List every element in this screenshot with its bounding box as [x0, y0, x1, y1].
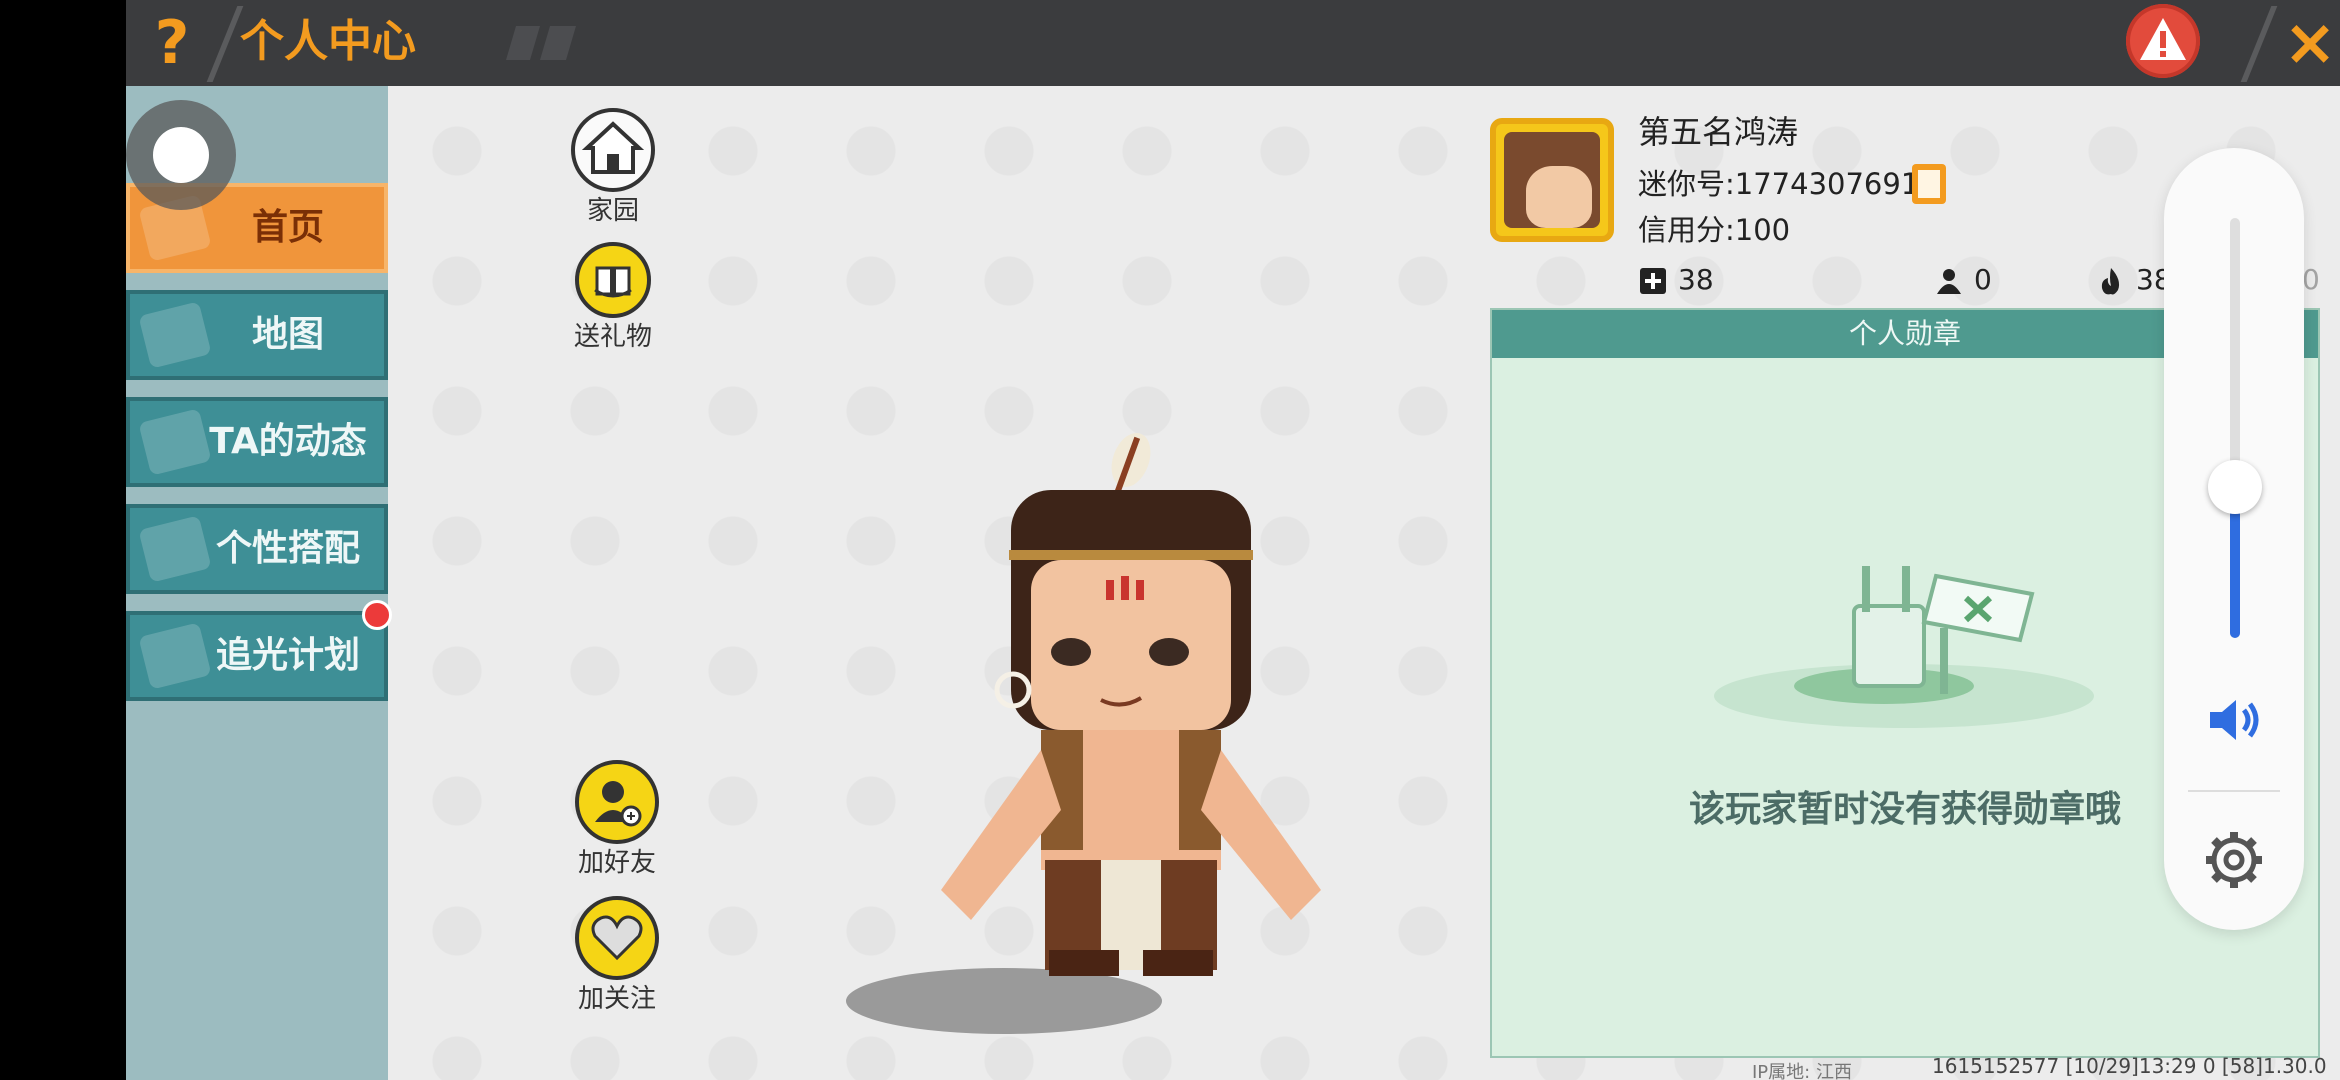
credit-score: 信用分:100 — [1638, 210, 1790, 250]
stat-likes-value: 0 — [2302, 263, 2320, 296]
flame-icon — [2101, 268, 2120, 295]
follow-label: 加关注 — [577, 984, 656, 1014]
stat-fans: 0 — [1934, 262, 1992, 298]
fan-icon — [1937, 269, 1961, 294]
help-button[interactable]: ? — [144, 10, 200, 76]
player-character-icon — [941, 432, 1321, 976]
heart-icon — [575, 896, 659, 980]
sidebar-item-label: 地图 — [251, 314, 324, 355]
send-gift-button[interactable]: 送礼物 — [548, 242, 678, 352]
copy-id-button[interactable] — [1912, 164, 1946, 204]
volume-panel — [2164, 148, 2304, 930]
title-decoration-icon — [506, 26, 576, 60]
page-title: 个人中心 — [240, 16, 416, 67]
gift-icon — [575, 242, 651, 318]
sidebar: 首页 地图 TA的动态 个性搭配 追光计划 — [126, 86, 388, 1080]
add-friend-button[interactable]: 加好友 — [552, 760, 682, 878]
add-post-icon — [1640, 268, 1666, 294]
app-window: ? 个人中心 × 首页 地图 TA的动态 个性搭配 追光计划 家园 送礼物 加好… — [126, 0, 2340, 1080]
credit-value: 100 — [1734, 213, 1791, 247]
add-friend-label: 加好友 — [577, 848, 656, 878]
floating-assistant-button[interactable] — [126, 100, 236, 210]
divider — [2240, 6, 2278, 82]
avatar-image — [1504, 132, 1600, 228]
mini-id: 迷你号:1774307691 — [1638, 164, 1919, 204]
sidebar-item-chase-light[interactable]: 追光计划 — [126, 611, 388, 701]
divider — [206, 6, 244, 82]
top-bar: ? 个人中心 × — [126, 0, 2340, 86]
player-name: 第五名鸿涛 — [1638, 113, 1799, 151]
speaker-icon[interactable] — [2204, 690, 2264, 750]
empty-mascot-icon — [1714, 566, 2094, 728]
send-gift-label: 送礼物 — [573, 322, 652, 352]
sidebar-item-label: TA的动态 — [209, 421, 367, 462]
divider — [2188, 790, 2280, 792]
assistant-dot-icon — [153, 127, 209, 183]
stat-posts: 38 — [1638, 262, 1714, 298]
sidebar-item-label: 首页 — [251, 207, 324, 248]
credit-label: 信用分: — [1638, 213, 1735, 247]
sidebar-item-outfit[interactable]: 个性搭配 — [126, 504, 388, 594]
sidebar-item-label: 追光计划 — [215, 635, 360, 676]
home-garden-button[interactable]: 家园 — [548, 108, 678, 226]
warning-icon — [2140, 18, 2186, 60]
mini-id-label: 迷你号: — [1638, 167, 1735, 201]
close-button[interactable]: × — [2280, 10, 2340, 76]
report-button[interactable] — [2126, 4, 2200, 78]
follow-button[interactable]: 加关注 — [552, 896, 682, 1014]
sidebar-item-label: 个性搭配 — [215, 528, 360, 569]
sidebar-item-map[interactable]: 地图 — [126, 290, 388, 380]
stat-fans-value: 0 — [1974, 263, 1992, 296]
home-garden-label: 家园 — [586, 196, 639, 226]
ip-location: IP属地: 江西 — [1752, 1062, 1852, 1080]
mini-id-value: 1774307691 — [1734, 167, 1920, 201]
avatar[interactable] — [1490, 118, 1614, 242]
volume-slider-handle[interactable] — [2208, 459, 2262, 514]
stat-posts-value: 38 — [1678, 263, 1714, 296]
build-info: 1615152577 [10/29]13:29 0 [58]1.30.0 — [1932, 1054, 2327, 1078]
add-user-icon — [575, 760, 659, 844]
sidebar-item-activity[interactable]: TA的动态 — [126, 397, 388, 487]
settings-gear-icon[interactable] — [2200, 826, 2268, 894]
house-icon — [571, 108, 655, 192]
